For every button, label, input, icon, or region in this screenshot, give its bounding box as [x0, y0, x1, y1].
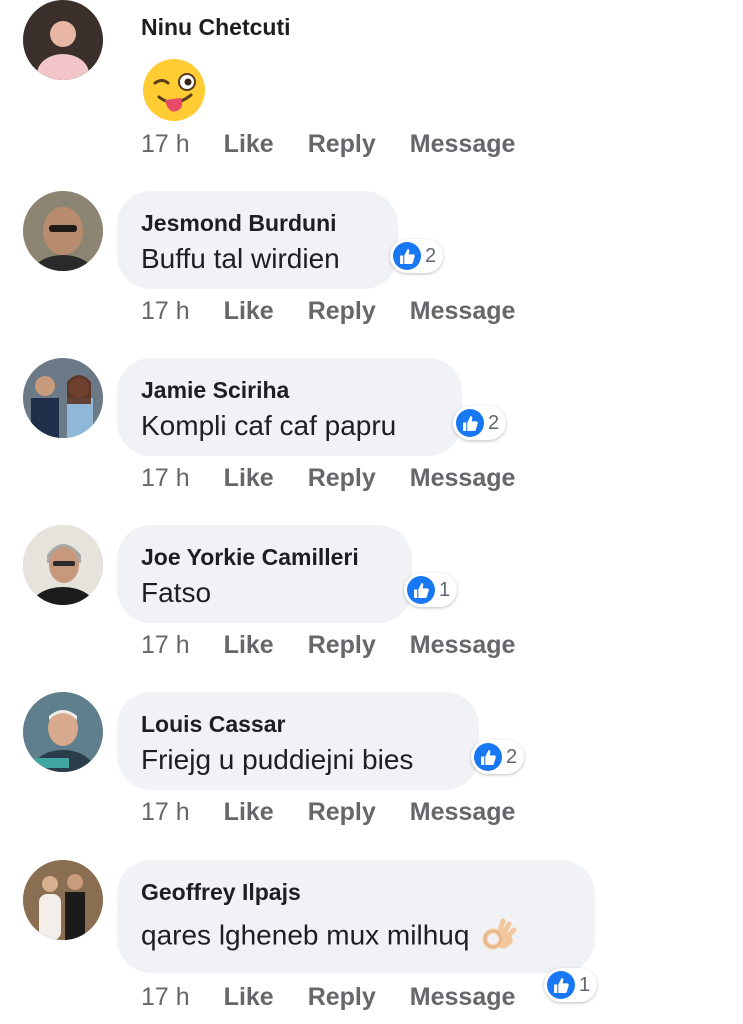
reply-button[interactable]: Reply	[308, 982, 376, 1012]
like-button[interactable]: Like	[224, 463, 274, 493]
reaction-count: 2	[506, 745, 518, 768]
message-button[interactable]: Message	[410, 129, 516, 159]
reaction-count: 1	[579, 973, 591, 996]
reaction-summary[interactable]: 2	[390, 239, 444, 273]
like-button[interactable]: Like	[224, 982, 274, 1012]
reaction-count: 2	[488, 411, 500, 434]
comment-text: qares lgheneb mux milhuq	[141, 918, 571, 956]
author-name[interactable]: Joe Yorkie Camilleri	[141, 543, 388, 571]
reply-button[interactable]: Reply	[308, 463, 376, 493]
reply-button[interactable]: Reply	[308, 630, 376, 660]
like-button[interactable]: Like	[224, 630, 274, 660]
thumbs-up-icon	[393, 242, 421, 270]
reply-button[interactable]: Reply	[308, 296, 376, 326]
comment-text-content: qares lgheneb mux milhuq	[141, 919, 470, 951]
reply-button[interactable]: Reply	[308, 129, 376, 159]
comment-actions: 17 h Like Reply Message	[141, 797, 549, 827]
author-name[interactable]: Geoffrey Ilpajs	[141, 878, 571, 906]
reaction-summary[interactable]: 2	[471, 740, 525, 774]
like-button[interactable]: Like	[224, 797, 274, 827]
avatar[interactable]	[23, 525, 103, 605]
comment-text: Fatso	[141, 577, 212, 608]
timestamp[interactable]: 17 h	[141, 982, 190, 1012]
author-name[interactable]: Louis Cassar	[141, 710, 455, 738]
timestamp[interactable]: 17 h	[141, 296, 190, 326]
comment-bubble: Louis Cassar Friejg u puddiejni bies	[117, 692, 479, 790]
comment-bubble: Jesmond Burduni Buffu tal wirdien	[117, 191, 398, 289]
comment-bubble: Geoffrey Ilpajs qares lgheneb mux milhuq	[117, 860, 595, 973]
comment-bubble: Joe Yorkie Camilleri Fatso	[117, 525, 412, 623]
thumbs-up-icon	[407, 576, 435, 604]
reaction-summary[interactable]: 2	[453, 406, 507, 440]
comment-actions: 17 h Like Reply Message	[141, 463, 549, 493]
author-name[interactable]: Jesmond Burduni	[141, 209, 374, 237]
message-button[interactable]: Message	[410, 463, 516, 493]
reply-button[interactable]: Reply	[308, 797, 376, 827]
comment-text: Buffu tal wirdien	[141, 243, 340, 274]
reaction-count: 1	[439, 578, 451, 601]
comment-actions: 17 h Like Reply Message	[141, 630, 549, 660]
author-name[interactable]: Ninu Chetcuti	[141, 13, 291, 41]
winking-face-with-tongue-icon	[141, 57, 291, 123]
message-button[interactable]: Message	[410, 296, 516, 326]
avatar[interactable]	[23, 0, 103, 80]
thumbs-up-icon	[474, 743, 502, 771]
avatar[interactable]	[23, 191, 103, 271]
like-button[interactable]: Like	[224, 296, 274, 326]
ok-hand-icon	[479, 918, 517, 956]
message-button[interactable]: Message	[410, 982, 516, 1012]
timestamp[interactable]: 17 h	[141, 797, 190, 827]
reaction-count: 2	[425, 244, 437, 267]
timestamp[interactable]: 17 h	[141, 463, 190, 493]
message-button[interactable]: Message	[410, 630, 516, 660]
reaction-summary[interactable]: 1	[544, 968, 598, 1002]
thumbs-up-icon	[456, 409, 484, 437]
reaction-summary[interactable]: 1	[404, 573, 458, 607]
comment-actions: 17 h Like Reply Message	[141, 296, 549, 326]
avatar[interactable]	[23, 692, 103, 772]
comment-actions: 17 h Like Reply Message	[141, 129, 549, 159]
avatar[interactable]	[23, 358, 103, 438]
comment-text: Kompli caf caf papru	[141, 410, 397, 441]
like-button[interactable]: Like	[224, 129, 274, 159]
avatar[interactable]	[23, 860, 103, 940]
message-button[interactable]: Message	[410, 797, 516, 827]
comment-actions: 17 h Like Reply Message	[141, 982, 549, 1012]
thumbs-up-icon	[547, 971, 575, 999]
comment-bubble: Jamie Sciriha Kompli caf caf papru	[117, 358, 462, 456]
comment-content: Ninu Chetcuti	[141, 13, 291, 123]
comment-text: Friejg u puddiejni bies	[141, 744, 414, 775]
timestamp[interactable]: 17 h	[141, 630, 190, 660]
timestamp[interactable]: 17 h	[141, 129, 190, 159]
author-name[interactable]: Jamie Sciriha	[141, 376, 438, 404]
